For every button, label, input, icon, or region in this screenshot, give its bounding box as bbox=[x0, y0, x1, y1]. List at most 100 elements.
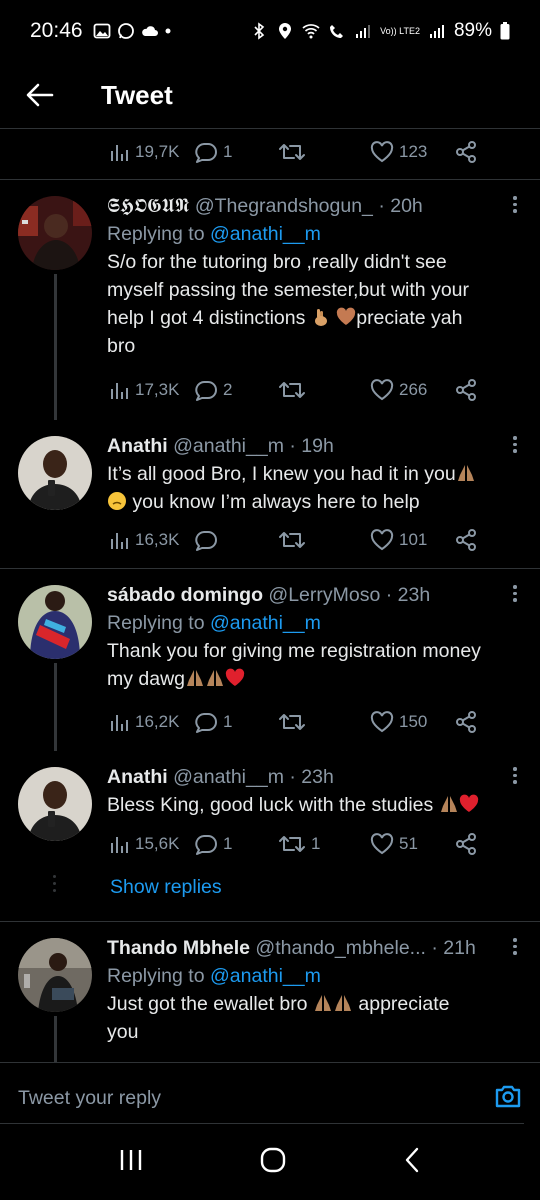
tweet[interactable]: 𝕾𝕳𝕺𝕲𝖀𝕹 @Thegrandshogun_ · 20h Replying t… bbox=[0, 180, 540, 420]
page-title: Tweet bbox=[101, 79, 173, 110]
views-button[interactable]: 17,3K bbox=[108, 375, 179, 405]
tweet[interactable]: Thando Mbhele @thando_mbhele... · 21h Re… bbox=[0, 922, 540, 1062]
wifi-icon bbox=[302, 24, 320, 39]
red-heart-emoji-icon bbox=[225, 668, 245, 686]
retweet-button[interactable]: 1 bbox=[278, 829, 320, 859]
praying-hands-emoji-icon bbox=[314, 995, 331, 1011]
reply-button[interactable] bbox=[194, 525, 223, 555]
mention-link[interactable]: @anathi__m bbox=[210, 965, 321, 987]
retweet-button[interactable] bbox=[278, 525, 311, 555]
retweet-count: 1 bbox=[311, 834, 321, 853]
home-button[interactable] bbox=[259, 1146, 287, 1179]
avatar[interactable] bbox=[18, 767, 92, 841]
recent-apps-button[interactable] bbox=[118, 1148, 144, 1177]
tweet[interactable]: sábado domingo @LerryMoso · 23h Replying… bbox=[0, 569, 540, 751]
tweet[interactable]: Anathi @anathi__m · 23h Bless King, good… bbox=[0, 751, 540, 921]
retweet-icon bbox=[279, 144, 305, 160]
heart-icon bbox=[370, 379, 394, 401]
system-nav-bar bbox=[0, 1124, 540, 1200]
more-options-button[interactable] bbox=[512, 767, 518, 784]
camera-icon bbox=[495, 1085, 521, 1108]
divider bbox=[0, 128, 540, 129]
show-replies-link[interactable]: Show replies bbox=[110, 876, 222, 899]
tweet-time: · 20h bbox=[378, 195, 423, 217]
cloud-icon bbox=[141, 26, 158, 36]
views-icon bbox=[111, 837, 128, 853]
user-name[interactable]: Anathi bbox=[107, 766, 168, 788]
recent-apps-icon bbox=[120, 1149, 141, 1170]
thread-line bbox=[54, 663, 57, 751]
tweet[interactable]: Anathi @anathi__m · 19h It’s all good Br… bbox=[0, 420, 540, 568]
share-button[interactable] bbox=[454, 375, 478, 405]
like-count: 51 bbox=[399, 834, 418, 853]
reply-button[interactable]: 1 bbox=[194, 707, 232, 737]
back-nav-button[interactable] bbox=[402, 1146, 422, 1179]
user-name[interactable]: Anathi bbox=[107, 435, 168, 457]
reply-button[interactable]: 1 bbox=[194, 137, 232, 167]
user-name[interactable]: Thando Mbhele bbox=[107, 937, 250, 959]
red-heart-emoji-icon bbox=[459, 794, 478, 812]
views-button[interactable]: 16,3K bbox=[108, 525, 179, 555]
reply-composer[interactable]: Tweet your reply bbox=[0, 1062, 540, 1124]
reply-icon bbox=[195, 531, 217, 551]
like-count: 266 bbox=[399, 380, 428, 399]
like-button[interactable]: 123 bbox=[370, 137, 427, 167]
views-count: 16,2K bbox=[135, 712, 180, 731]
arrow-left-icon bbox=[26, 83, 54, 107]
like-button[interactable]: 266 bbox=[370, 375, 427, 405]
mention-link[interactable]: @anathi__m bbox=[210, 612, 321, 634]
tweet-time: · 21h bbox=[431, 937, 476, 959]
retweet-button[interactable] bbox=[278, 707, 311, 737]
like-button[interactable]: 150 bbox=[370, 707, 427, 737]
reply-input[interactable]: Tweet your reply bbox=[18, 1087, 161, 1110]
avatar[interactable] bbox=[18, 436, 92, 510]
mention-link[interactable]: @anathi__m bbox=[210, 223, 321, 245]
views-button[interactable]: 19,7K bbox=[108, 137, 179, 167]
user-handle[interactable]: @Thegrandshogun_ bbox=[195, 195, 373, 217]
views-button[interactable]: 15,6K bbox=[108, 829, 179, 859]
reply-icon bbox=[195, 835, 217, 855]
more-options-button[interactable] bbox=[512, 436, 518, 453]
user-handle[interactable]: @thando_mbhele... bbox=[255, 937, 426, 959]
retweet-button[interactable] bbox=[278, 375, 311, 405]
share-button[interactable] bbox=[454, 707, 478, 737]
share-button[interactable] bbox=[454, 137, 478, 167]
heart-icon bbox=[370, 141, 394, 163]
tweet-time: · 19h bbox=[289, 435, 334, 457]
camera-button[interactable] bbox=[494, 1083, 522, 1114]
back-button[interactable] bbox=[20, 75, 60, 115]
views-count: 19,7K bbox=[135, 142, 180, 161]
tweet-time: · 23h bbox=[385, 584, 431, 606]
whatsapp-icon bbox=[117, 23, 134, 39]
reply-icon bbox=[195, 143, 217, 163]
network-label: Vo)) LTE2 bbox=[380, 25, 420, 36]
like-count: 123 bbox=[399, 142, 428, 161]
retweet-button[interactable] bbox=[278, 137, 311, 167]
user-handle[interactable]: @anathi__m bbox=[173, 766, 284, 788]
more-options-button[interactable] bbox=[512, 585, 518, 602]
user-name[interactable]: 𝕾𝕳𝕺𝕲𝖀𝕹 bbox=[107, 194, 189, 217]
views-button[interactable]: 16,2K bbox=[108, 707, 179, 737]
share-button[interactable] bbox=[454, 525, 478, 555]
heart-icon bbox=[370, 529, 394, 551]
reply-button[interactable]: 1 bbox=[194, 829, 232, 859]
action-bar: 16,2K 1 150 bbox=[108, 707, 488, 737]
praying-hands-emoji-icon bbox=[207, 670, 224, 686]
call-signal-icon bbox=[330, 25, 344, 38]
heart-icon bbox=[370, 711, 394, 733]
share-button[interactable] bbox=[454, 829, 478, 859]
more-options-button[interactable] bbox=[512, 938, 518, 955]
avatar[interactable] bbox=[18, 938, 92, 1012]
user-name[interactable]: sábado domingo bbox=[107, 584, 263, 606]
user-handle[interactable]: @anathi__m bbox=[173, 435, 284, 457]
reply-button[interactable]: 2 bbox=[194, 375, 232, 405]
avatar[interactable] bbox=[18, 585, 92, 659]
user-handle[interactable]: @LerryMoso bbox=[268, 584, 380, 606]
views-icon bbox=[111, 533, 128, 549]
more-options-button[interactable] bbox=[512, 196, 518, 213]
tweet-text: Bless King, good luck with the studies bbox=[107, 791, 519, 819]
avatar[interactable] bbox=[18, 196, 92, 270]
like-button[interactable]: 51 bbox=[370, 829, 418, 859]
fingers-crossed-emoji-icon bbox=[314, 309, 327, 326]
like-button[interactable]: 101 bbox=[370, 525, 427, 555]
